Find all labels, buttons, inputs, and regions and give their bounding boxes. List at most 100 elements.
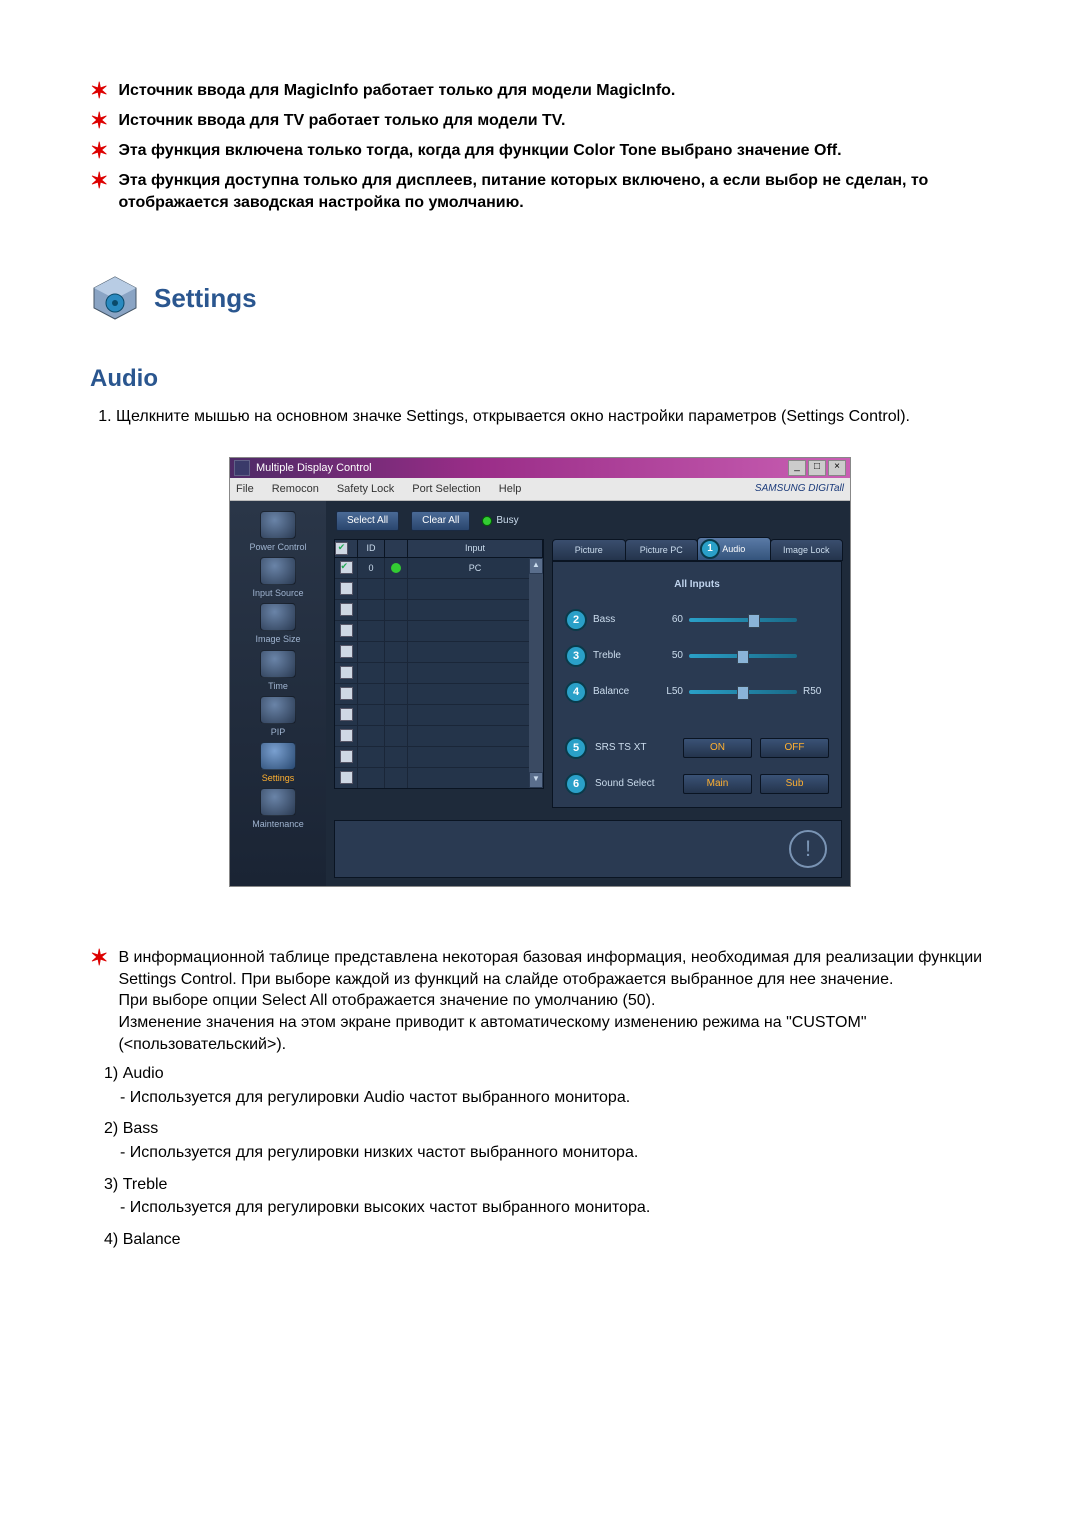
col-check[interactable] (335, 540, 358, 557)
tab-audio[interactable]: 1 Audio (697, 537, 771, 561)
tab-picture[interactable]: Picture (552, 539, 626, 561)
row-checkbox[interactable] (340, 666, 353, 679)
table-row[interactable] (335, 705, 543, 726)
close-button[interactable]: × (828, 460, 846, 476)
table-row[interactable] (335, 684, 543, 705)
table-row[interactable] (335, 726, 543, 747)
tab-image-lock[interactable]: Image Lock (770, 539, 844, 561)
table-row[interactable] (335, 642, 543, 663)
sidebar-item-input[interactable]: Input Source (252, 557, 303, 599)
col-id[interactable]: ID (358, 540, 385, 557)
settings-icon (260, 742, 296, 770)
srs-off-button[interactable]: OFF (760, 738, 829, 758)
item-num-1: 1) (104, 1065, 118, 1082)
minimize-button[interactable]: _ (788, 460, 806, 476)
balance-slider[interactable] (689, 690, 797, 694)
scroll-up-icon[interactable]: ▲ (529, 558, 543, 574)
table-row[interactable] (335, 663, 543, 684)
slider-thumb[interactable] (737, 686, 749, 700)
sound-select-label: Sound Select (595, 777, 675, 791)
balance-row: 4 Balance L50 R50 (565, 681, 829, 703)
sound-sub-button[interactable]: Sub (760, 774, 829, 794)
srs-label: SRS TS XT (595, 741, 675, 755)
pip-icon (260, 696, 296, 724)
busy-dot-icon (482, 516, 492, 526)
star-icon: ✶ (90, 140, 108, 162)
row-checkbox[interactable] (340, 687, 353, 700)
srs-on-button[interactable]: ON (683, 738, 752, 758)
row-checkbox[interactable] (340, 561, 353, 574)
sidebar-item-time[interactable]: Time (260, 650, 296, 692)
table-row[interactable] (335, 621, 543, 642)
menu-safety-lock[interactable]: Safety Lock (337, 482, 394, 497)
info-icon: ! (789, 830, 827, 868)
row-checkbox[interactable] (340, 582, 353, 595)
time-icon (260, 650, 296, 678)
item-title-balance: Balance (123, 1231, 181, 1248)
sidebar-item-pip[interactable]: PIP (260, 696, 296, 738)
row-input: PC (408, 558, 543, 578)
tab-picture-pc[interactable]: Picture PC (625, 539, 699, 561)
row-checkbox[interactable] (340, 729, 353, 742)
app-icon (234, 460, 250, 476)
clear-all-button[interactable]: Clear All (411, 511, 470, 531)
sidebar-item-maintenance[interactable]: Maintenance (252, 788, 304, 830)
table-row[interactable] (335, 579, 543, 600)
table-row[interactable] (335, 600, 543, 621)
marker-5: 5 (565, 737, 587, 759)
bass-value: 60 (655, 613, 683, 627)
row-checkbox[interactable] (340, 750, 353, 763)
table-row[interactable] (335, 768, 543, 789)
treble-label: Treble (593, 649, 649, 663)
balance-label: Balance (593, 685, 649, 699)
audio-title: Audio (90, 363, 990, 395)
star-icon: ✶ (90, 110, 108, 132)
treble-slider[interactable] (689, 654, 797, 658)
row-checkbox[interactable] (340, 603, 353, 616)
sidebar-item-image-size[interactable]: Image Size (255, 603, 300, 645)
treble-value: 50 (655, 649, 683, 663)
maintenance-icon (260, 788, 296, 816)
star-icon: ✶ (90, 80, 108, 102)
sidebar-item-power[interactable]: Power Control (249, 511, 306, 553)
settings-cube-icon (90, 273, 140, 323)
row-checkbox[interactable] (340, 624, 353, 637)
maximize-button[interactable]: □ (808, 460, 826, 476)
grid-scrollbar[interactable]: ▲ ▼ (529, 558, 543, 788)
toolbar: Select All Clear All Busy (326, 501, 850, 539)
status-bar: ! (334, 820, 842, 878)
sidebar-item-settings[interactable]: Settings (260, 742, 296, 784)
after-note-p2: Изменение значения на этом экране привод… (118, 1014, 866, 1053)
item-num-3: 3) (104, 1176, 118, 1193)
table-row[interactable] (335, 747, 543, 768)
header-checkbox[interactable] (335, 542, 348, 555)
menu-port-selection[interactable]: Port Selection (412, 482, 480, 497)
col-status[interactable] (385, 540, 408, 557)
input-icon (260, 557, 296, 585)
sound-main-button[interactable]: Main (683, 774, 752, 794)
settings-title: Settings (154, 281, 257, 316)
slider-thumb[interactable] (737, 650, 749, 664)
audio-step-1: Щелкните мышью на основном значке Settin… (116, 406, 990, 428)
row-checkbox[interactable] (340, 645, 353, 658)
select-all-button[interactable]: Select All (336, 511, 399, 531)
menu-help[interactable]: Help (499, 482, 522, 497)
image-size-icon (260, 603, 296, 631)
menu-file[interactable]: File (236, 482, 254, 497)
titlebar[interactable]: Multiple Display Control _ □ × (230, 458, 850, 478)
display-grid: ID Input 0 PC (334, 539, 544, 809)
menu-remocon[interactable]: Remocon (272, 482, 319, 497)
item-desc-audio: - Используется для регулировки Audio час… (120, 1087, 990, 1109)
row-checkbox[interactable] (340, 771, 353, 784)
slider-thumb[interactable] (748, 614, 760, 628)
bass-slider[interactable] (689, 618, 797, 622)
table-row[interactable]: 0 PC (335, 558, 543, 579)
item-num-2: 2) (104, 1120, 118, 1137)
row-checkbox[interactable] (340, 708, 353, 721)
col-input[interactable]: Input (408, 540, 543, 557)
item-num-4: 4) (104, 1231, 118, 1248)
sound-select-row: 6 Sound Select Main Sub (565, 773, 829, 795)
scroll-down-icon[interactable]: ▼ (529, 772, 543, 788)
bass-row: 2 Bass 60 (565, 609, 829, 631)
note-text: Источник ввода для MagicInfo работает то… (118, 80, 675, 102)
